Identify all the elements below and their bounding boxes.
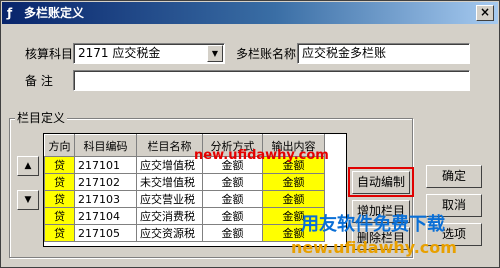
move-down-button[interactable]: ▼ (17, 190, 39, 210)
window-title: 多栏账定义 (24, 6, 85, 20)
remark-label: 备 注 (25, 74, 53, 88)
cell-account-code[interactable]: 217102 (74, 173, 137, 191)
ok-button[interactable]: 确定 (426, 165, 482, 188)
cell-column-name[interactable]: 应交营业税 (136, 190, 203, 208)
group-title: 栏目定义 (15, 111, 68, 125)
arrow-down-icon: ▼ (24, 195, 32, 205)
cell-output-content[interactable]: 金额 (262, 173, 325, 191)
cell-column-name[interactable]: 应交消费税 (136, 207, 203, 225)
dialog-window: ƒ 多栏账定义 × 核算科目 2171 应交税金 ▼ 多栏账名称 应交税金多栏账… (0, 0, 500, 268)
arrow-up-icon: ▲ (24, 161, 32, 171)
cell-column-name[interactable]: 未交增值税 (136, 173, 203, 191)
cell-analysis-mode[interactable]: 金额 (202, 173, 263, 191)
table-row[interactable]: 贷 217104 应交消费税 金额 金额 (44, 207, 325, 225)
watermark-url-orange: new.ufidawhy.com (291, 238, 457, 257)
cell-direction[interactable]: 贷 (44, 173, 75, 191)
cell-direction[interactable]: 贷 (44, 190, 75, 208)
cell-output-content[interactable]: 金额 (262, 190, 325, 208)
cell-account-code[interactable]: 217103 (74, 190, 137, 208)
cell-analysis-mode[interactable]: 金额 (202, 224, 263, 242)
close-button[interactable]: × (476, 5, 494, 21)
auto-build-button[interactable]: 自动编制 (352, 171, 410, 194)
cell-direction[interactable]: 贷 (44, 156, 75, 174)
title-bar[interactable]: ƒ 多栏账定义 × (2, 2, 498, 24)
name-label: 多栏账名称 (236, 47, 297, 61)
cell-column-name[interactable]: 应交资源税 (136, 224, 203, 242)
table-row[interactable]: 贷 217105 应交资源税 金额 金额 (44, 224, 325, 242)
chevron-down-icon[interactable]: ▼ (207, 45, 223, 62)
account-value: 2171 应交税金 (78, 46, 161, 60)
app-icon: ƒ (7, 6, 13, 20)
header-column-name[interactable]: 栏目名称 (136, 134, 203, 157)
account-label: 核算科目 (25, 47, 74, 61)
watermark-brand: 用友软件免费下载 (301, 214, 445, 235)
remark-field[interactable] (73, 70, 470, 91)
cell-account-code[interactable]: 217105 (74, 224, 137, 242)
name-field[interactable]: 应交税金多栏账 (297, 43, 470, 64)
table-row[interactable]: 贷 217103 应交营业税 金额 金额 (44, 190, 325, 208)
move-up-button[interactable]: ▲ (17, 156, 39, 176)
account-combo[interactable]: 2171 应交税金 ▼ (73, 43, 225, 64)
header-account-code[interactable]: 科目编码 (74, 134, 137, 157)
name-value: 应交税金多栏账 (302, 46, 387, 60)
cell-column-name[interactable]: 应交增值税 (136, 156, 203, 174)
cell-analysis-mode[interactable]: 金额 (202, 207, 263, 225)
header-direction[interactable]: 方向 (44, 134, 75, 157)
watermark-url-red: new.ufidawhy.com (194, 148, 329, 163)
cell-direction[interactable]: 贷 (44, 207, 75, 225)
cell-account-code[interactable]: 217101 (74, 156, 137, 174)
cell-analysis-mode[interactable]: 金额 (202, 190, 263, 208)
table-row[interactable]: 贷 217102 未交增值税 金额 金额 (44, 173, 325, 191)
cell-account-code[interactable]: 217104 (74, 207, 137, 225)
cell-direction[interactable]: 贷 (44, 224, 75, 242)
